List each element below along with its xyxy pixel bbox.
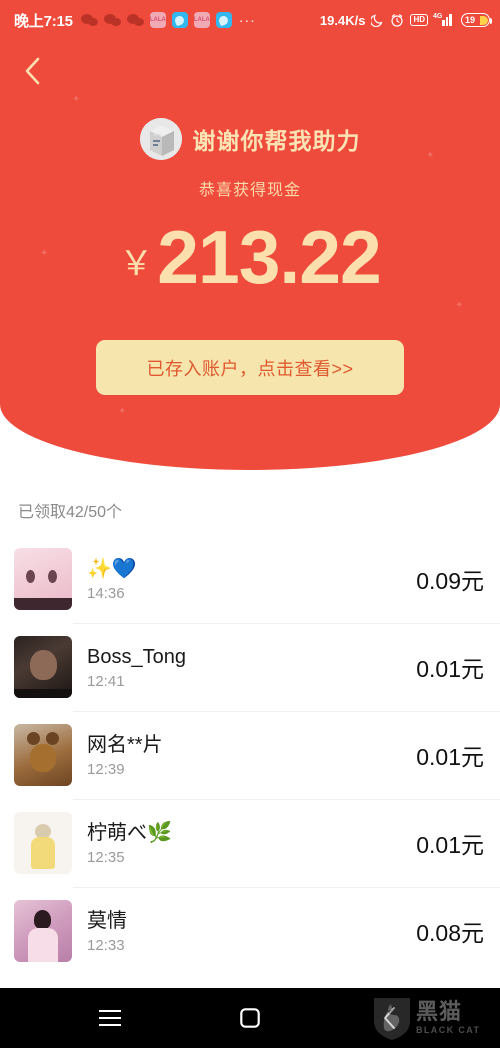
back-button[interactable] [12, 50, 54, 92]
battery-indicator: 19 [461, 13, 492, 27]
chevron-left-icon [25, 57, 40, 85]
blackcat-watermark: 黑猫 BLACK CAT [372, 988, 500, 1048]
watermark-en-label: BLACK CAT [416, 1025, 481, 1035]
moon-icon [371, 14, 383, 27]
list-item-info: Boss_Tong 12:41 [87, 645, 416, 690]
list-item[interactable]: Boss_Tong 12:41 0.01元 [0, 623, 500, 711]
recents-button[interactable] [82, 996, 138, 1040]
wechat-icon [103, 13, 121, 27]
cube-avatar-icon [139, 118, 182, 160]
list-item-time: 12:41 [87, 672, 125, 690]
menu-icon [99, 1010, 121, 1026]
amount-display: ￥ 213.22 [0, 215, 500, 299]
list-item-info: 柠萌べ🌿 12:35 [87, 821, 416, 866]
network-speed-text: 19.4K/s [319, 12, 366, 28]
avatar [14, 636, 72, 698]
watermark-text: 黑猫 BLACK CAT [416, 1001, 480, 1035]
status-app-icons: LALA LALA [80, 12, 232, 28]
list-item-name: 莫情 [87, 909, 127, 932]
hd-badge: HD [410, 14, 428, 26]
sparkle-decoration: ✦ [118, 406, 127, 417]
status-right-group: 19.4K/s HD 4G 19 [319, 12, 492, 28]
lala-app-icon: LALA [193, 12, 210, 28]
list-item-time: 12:35 [87, 848, 125, 866]
list-item-amount: 0.08元 [416, 920, 484, 946]
system-navigation-bar: 黑猫 BLACK CAT [0, 988, 500, 1048]
list-item-time: 12:33 [87, 936, 125, 954]
list-item[interactable]: 柠萌べ🌿 12:35 0.01元 [0, 799, 500, 887]
avatar [14, 900, 72, 962]
list-item-amount: 0.01元 [416, 832, 484, 858]
list-item[interactable]: ✨💙 14:36 0.09元 [0, 535, 500, 623]
list-item-amount: 0.01元 [416, 656, 484, 682]
home-button[interactable] [222, 996, 278, 1040]
wechat-icon [126, 13, 144, 27]
page-title: 谢谢你帮我助力 [192, 128, 361, 154]
list-item[interactable]: 网名**片 12:39 0.01元 [0, 711, 500, 799]
home-square-icon [240, 1008, 260, 1028]
avatar [14, 548, 72, 610]
list-item-name: ✨💙 [87, 557, 137, 580]
shield-cat-icon [372, 995, 412, 1041]
alarm-clock-icon [391, 14, 404, 27]
list-item-time: 12:39 [87, 760, 125, 778]
network-type-label: 4G [433, 13, 443, 20]
status-time: 晚上7:15 [14, 12, 73, 30]
wechat-icon [80, 13, 98, 27]
sparkle-decoration: ✦ [72, 94, 81, 105]
signal-strength-icon: 4G [433, 13, 455, 26]
list-item-name: 柠萌べ🌿 [87, 821, 172, 844]
blue-app-icon [215, 12, 232, 28]
watermark-cn-label: 黑猫 [416, 999, 463, 1024]
list-item-name: Boss_Tong [87, 645, 186, 668]
view-account-button[interactable]: 已存入账户，点击查看>> [96, 340, 404, 395]
list-item-amount: 0.09元 [416, 568, 484, 594]
battery-percent-label: 19 [465, 15, 476, 25]
avatar [14, 812, 72, 874]
amount-value: 213.22 [157, 215, 381, 299]
claim-list: ✨💙 14:36 0.09元 Boss_Tong 12:41 0.01元 网名*… [0, 535, 500, 975]
list-item-info: 莫情 12:33 [87, 909, 416, 954]
avatar [14, 724, 72, 786]
list-item-name: 网名**片 [87, 733, 163, 756]
sparkle-decoration: ✦ [455, 300, 464, 311]
battery-fill [479, 15, 488, 25]
lala-app-icon: LALA [149, 12, 166, 28]
list-item[interactable]: 莫情 12:33 0.08元 [0, 887, 500, 975]
list-item-time: 14:36 [87, 584, 125, 602]
avatar [139, 118, 182, 160]
hero-title-row: 谢谢你帮我助力 [0, 118, 500, 160]
claimed-count-label: 已领取42/50个 [18, 504, 123, 521]
blue-app-icon [171, 12, 188, 28]
list-item-amount: 0.01元 [416, 744, 484, 770]
list-item-info: 网名**片 12:39 [87, 733, 416, 778]
status-bar: 晚上7:15 LALA LALA ··· 19.4K/s HD 4G 19 [0, 0, 500, 40]
hero-subtitle: 恭喜获得现金 [198, 182, 301, 199]
currency-symbol: ￥ [119, 245, 154, 284]
status-overflow-dots: ··· [238, 12, 256, 28]
list-item-info: ✨💙 14:36 [87, 557, 416, 602]
